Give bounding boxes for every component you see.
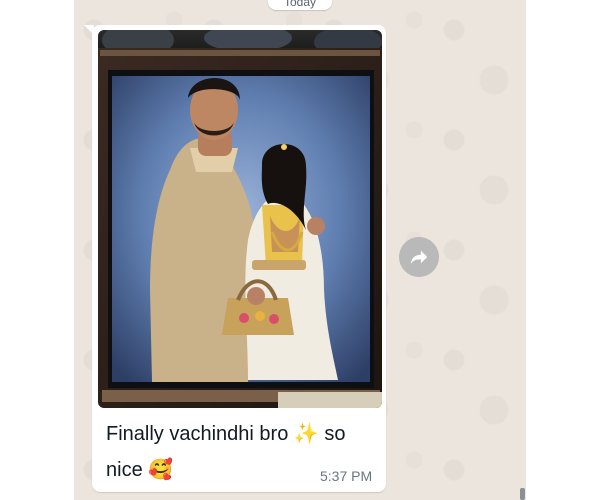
forward-icon bbox=[410, 250, 428, 265]
sparkles-emoji: ✨ bbox=[293, 423, 319, 445]
date-chip: Today bbox=[268, 0, 332, 10]
message-photo[interactable] bbox=[98, 30, 382, 408]
smiling-hearts-emoji: 🥰 bbox=[148, 459, 174, 481]
message-timestamp: 5:37 PM bbox=[320, 468, 373, 484]
caption-text-2: so bbox=[324, 423, 346, 445]
couple-photo-image bbox=[98, 30, 382, 408]
scrollbar-thumb[interactable] bbox=[520, 488, 525, 500]
forward-button[interactable] bbox=[399, 237, 439, 277]
caption-text: Finally vachindhi bro bbox=[106, 423, 289, 445]
date-chip-label: Today bbox=[283, 0, 317, 9]
caption-text-3: nice bbox=[106, 459, 143, 481]
